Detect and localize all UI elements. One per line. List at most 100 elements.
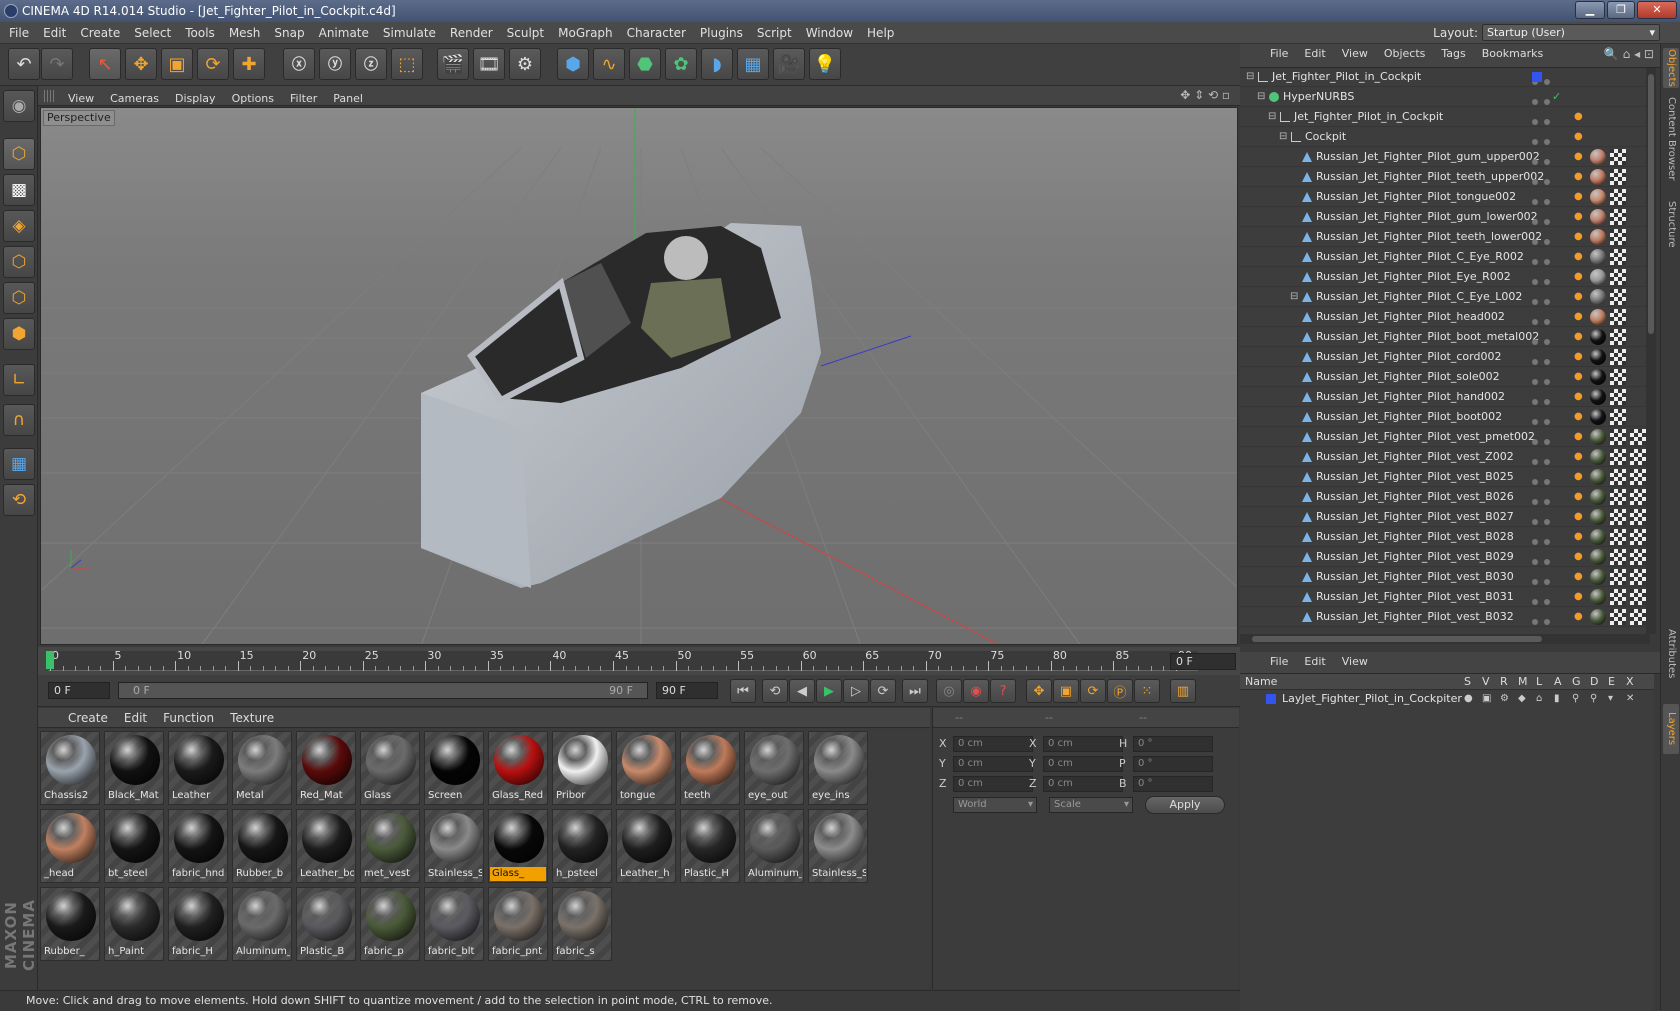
material-swatch[interactable]: tongue bbox=[616, 731, 676, 805]
visibility-dots[interactable] bbox=[1532, 392, 1562, 405]
phong-tag-icon[interactable]: ● bbox=[1574, 491, 1586, 503]
menu-animate[interactable]: Animate bbox=[312, 22, 376, 44]
play-icon[interactable]: ▶ bbox=[816, 679, 842, 703]
z-axis-lock-icon[interactable]: ⓩ bbox=[355, 48, 387, 80]
phong-tag-icon[interactable]: ● bbox=[1574, 131, 1586, 143]
visibility-dots[interactable] bbox=[1532, 132, 1562, 145]
material-swatch[interactable]: Rubber_b bbox=[232, 809, 292, 883]
viewport-menu-cameras[interactable]: Cameras bbox=[102, 89, 167, 109]
material-tag[interactable] bbox=[1590, 289, 1606, 305]
material-tag[interactable] bbox=[1590, 589, 1606, 605]
workplane-icon[interactable]: ◈ bbox=[3, 210, 35, 242]
expand-toggle-icon[interactable]: ⊟ bbox=[1268, 107, 1276, 127]
uvw-tag-icon[interactable] bbox=[1630, 469, 1646, 485]
object-menu-edit[interactable]: Edit bbox=[1296, 44, 1333, 64]
material-menu-create[interactable]: Create bbox=[60, 708, 116, 728]
deformer-icon[interactable]: ◗ bbox=[701, 48, 733, 80]
edges-mode-icon[interactable]: ⬡ bbox=[3, 282, 35, 314]
phong-tag-icon[interactable]: ● bbox=[1574, 231, 1586, 243]
visibility-dots[interactable] bbox=[1532, 352, 1562, 365]
layer-column-m[interactable]: M bbox=[1518, 674, 1528, 690]
coord-value-field[interactable]: 0 cm bbox=[1043, 736, 1123, 752]
visibility-dots[interactable] bbox=[1532, 252, 1562, 265]
key-position-icon[interactable]: ✥ bbox=[1026, 679, 1052, 703]
nurbs-icon[interactable]: ⬣ bbox=[629, 48, 661, 80]
material-tag[interactable] bbox=[1590, 269, 1606, 285]
material-swatch[interactable]: Leather_h bbox=[616, 809, 676, 883]
minimize-button[interactable]: ▁ bbox=[1575, 1, 1605, 19]
snap-magnet-icon[interactable]: ∩ bbox=[3, 404, 35, 436]
uvw-tag-icon[interactable] bbox=[1610, 169, 1626, 185]
menu-sculpt[interactable]: Sculpt bbox=[500, 22, 551, 44]
object-row[interactable]: Russian_Jet_Fighter_Pilot_teeth_upper002… bbox=[1240, 167, 1654, 187]
uvw-tag-icon[interactable] bbox=[1630, 549, 1646, 565]
layer-menu-file[interactable]: File bbox=[1262, 652, 1296, 672]
material-menu-texture[interactable]: Texture bbox=[222, 708, 282, 728]
menu-snap[interactable]: Snap bbox=[267, 22, 311, 44]
uvw-tag-icon[interactable] bbox=[1610, 289, 1626, 305]
layer-flag-icon[interactable]: ◆ bbox=[1518, 690, 1526, 708]
side-tab-attributes[interactable]: Attributes bbox=[1663, 614, 1679, 694]
visibility-dots[interactable] bbox=[1532, 492, 1562, 505]
coordinate-system-icon[interactable]: ⬚ bbox=[391, 48, 423, 80]
visibility-dots[interactable] bbox=[1532, 472, 1562, 485]
uvw-tag-icon[interactable] bbox=[1610, 509, 1626, 525]
material-tag[interactable] bbox=[1590, 449, 1606, 465]
undo-icon[interactable]: ↶ bbox=[8, 48, 40, 80]
apply-button[interactable]: Apply bbox=[1145, 796, 1225, 814]
keyframe-selection-icon[interactable]: ? bbox=[990, 679, 1016, 703]
layer-flag-icon[interactable]: ⚙ bbox=[1500, 690, 1509, 708]
phong-tag-icon[interactable]: ● bbox=[1574, 451, 1586, 463]
coord-value-field[interactable]: 0 cm bbox=[1043, 756, 1123, 772]
side-tab-objects[interactable]: Objects bbox=[1663, 48, 1679, 88]
uvw-tag-icon[interactable] bbox=[1610, 489, 1626, 505]
layer-column-s[interactable]: S bbox=[1464, 674, 1471, 690]
object-row[interactable]: Russian_Jet_Fighter_Pilot_hand002 ● bbox=[1240, 387, 1654, 407]
object-row[interactable]: Russian_Jet_Fighter_Pilot_vest_B032 ● bbox=[1240, 607, 1654, 627]
render-view-icon[interactable]: 🎬 bbox=[437, 48, 469, 80]
render-picture-viewer-icon[interactable]: 🎞 bbox=[473, 48, 505, 80]
uvw-tag-icon[interactable] bbox=[1610, 449, 1626, 465]
layer-column-r[interactable]: R bbox=[1500, 674, 1508, 690]
visibility-dots[interactable] bbox=[1532, 312, 1562, 325]
object-row[interactable]: Russian_Jet_Fighter_Pilot_tongue002 ● bbox=[1240, 187, 1654, 207]
key-scale-icon[interactable]: ▣ bbox=[1053, 679, 1079, 703]
phong-tag-icon[interactable]: ● bbox=[1574, 471, 1586, 483]
material-menu-function[interactable]: Function bbox=[155, 708, 222, 728]
rotate-tool-icon[interactable]: ⟳ bbox=[197, 48, 229, 80]
phong-tag-icon[interactable]: ● bbox=[1574, 571, 1586, 583]
phong-tag-icon[interactable]: ● bbox=[1574, 311, 1586, 323]
material-swatch[interactable]: Plastic_H bbox=[680, 809, 740, 883]
material-swatch[interactable]: fabric_blt bbox=[424, 887, 484, 961]
texture-mode-icon[interactable]: ▩ bbox=[3, 174, 35, 206]
phong-tag-icon[interactable]: ● bbox=[1574, 351, 1586, 363]
coord-mode-select[interactable]: World ▾ bbox=[953, 797, 1037, 813]
menu-render[interactable]: Render bbox=[443, 22, 500, 44]
layer-menu-edit[interactable]: Edit bbox=[1296, 652, 1333, 672]
object-row[interactable]: ⊟ Jet_Fighter_Pilot_in_Cockpit ● bbox=[1240, 107, 1654, 127]
material-tag[interactable] bbox=[1590, 609, 1606, 625]
layer-column-g[interactable]: G bbox=[1572, 674, 1581, 690]
visibility-dots[interactable] bbox=[1532, 592, 1562, 605]
visibility-dots[interactable] bbox=[1532, 112, 1562, 125]
layer-column-v[interactable]: V bbox=[1482, 674, 1490, 690]
object-row[interactable]: Russian_Jet_Fighter_Pilot_cord002 ● bbox=[1240, 347, 1654, 367]
enabled-check-icon[interactable]: ✓ bbox=[1552, 87, 1561, 107]
phong-tag-icon[interactable]: ● bbox=[1574, 151, 1586, 163]
phong-tag-icon[interactable]: ● bbox=[1574, 431, 1586, 443]
object-row[interactable]: Russian_Jet_Fighter_Pilot_boot_metal002 ● bbox=[1240, 327, 1654, 347]
material-tag[interactable] bbox=[1590, 169, 1606, 185]
uvw-tag-icon[interactable] bbox=[1610, 549, 1626, 565]
object-row[interactable]: Russian_Jet_Fighter_Pilot_gum_lower002 ● bbox=[1240, 207, 1654, 227]
menu-select[interactable]: Select bbox=[127, 22, 178, 44]
object-row[interactable]: Russian_Jet_Fighter_Pilot_vest_B029 ● bbox=[1240, 547, 1654, 567]
redo-icon[interactable]: ↷ bbox=[41, 48, 73, 80]
autokeying-icon[interactable]: ◉ bbox=[963, 679, 989, 703]
uvw-tag-icon[interactable] bbox=[1610, 209, 1626, 225]
visibility-dots[interactable] bbox=[1532, 332, 1562, 345]
material-swatch[interactable]: Aluminum_ bbox=[232, 887, 292, 961]
start-frame-field[interactable]: 0 F bbox=[48, 682, 110, 699]
object-row[interactable]: Russian_Jet_Fighter_Pilot_C_Eye_R002 ● bbox=[1240, 247, 1654, 267]
material-swatch[interactable]: Black_Mat bbox=[104, 731, 164, 805]
material-swatch[interactable]: Stainless_S bbox=[424, 809, 484, 883]
